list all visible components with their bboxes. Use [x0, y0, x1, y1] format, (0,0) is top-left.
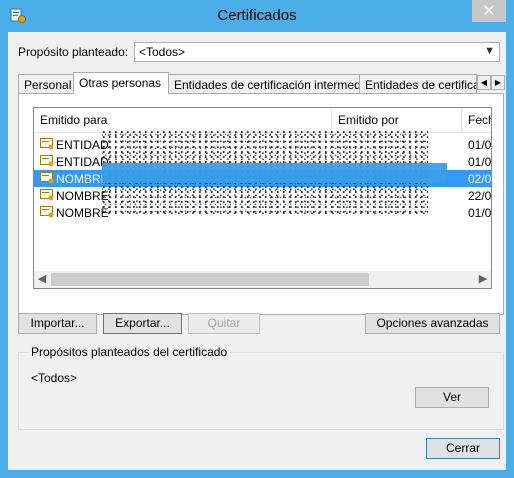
title-bar: Certificados ✕	[0, 0, 514, 32]
close-button[interactable]: Cerrar	[426, 438, 500, 459]
tab-panel: Emitido para Emitido por Fech ENTIDAD 01…	[18, 93, 504, 315]
import-button[interactable]: Importar...	[18, 313, 97, 334]
scroll-left-icon[interactable]: ◀	[34, 272, 50, 287]
column-header-issued-by[interactable]: Emitido por	[338, 113, 399, 127]
view-button[interactable]: Ver	[415, 387, 489, 408]
tab-scroll-left-button[interactable]: ◀	[477, 75, 491, 90]
close-window-button[interactable]: ✕	[472, 0, 506, 22]
tab-label: Personal	[24, 78, 72, 92]
cell-date: 01/0	[468, 206, 492, 220]
purpose-dropdown[interactable]: <Todos> ▼	[134, 42, 500, 62]
purpose-label: Propósito planteado:	[18, 45, 129, 59]
certificate-icon	[40, 172, 54, 184]
column-header-date[interactable]: Fech	[468, 113, 491, 127]
certificates-window: Certificados ✕ Propósito planteado: <Tod…	[0, 0, 514, 478]
certificate-icon	[40, 189, 54, 201]
tab-label: Entidades de certificación intermedias	[174, 78, 360, 92]
cell-date: 01/0	[468, 138, 492, 152]
tab-label: Entidades de certificac	[365, 78, 477, 92]
cell-issued-to: NOMBRE	[56, 189, 109, 203]
certificate-purposes-group: Propósitos planteados del certificado <T…	[18, 345, 504, 430]
dialog-client: Propósito planteado: <Todos> ▼ Personal …	[8, 32, 506, 470]
purpose-value: <Todos>	[139, 45, 186, 59]
group-title: Propósitos planteados del certificado	[29, 345, 230, 359]
close-icon: ✕	[482, 3, 496, 20]
remove-button[interactable]: Quitar	[188, 313, 260, 334]
certificate-list[interactable]: Emitido para Emitido por Fech ENTIDAD 01…	[33, 107, 492, 289]
tab-otras-personas[interactable]: Otras personas	[73, 72, 169, 94]
advanced-options-button[interactable]: Opciones avanzadas	[365, 313, 500, 334]
chevron-down-icon: ▼	[484, 45, 495, 57]
cell-date: 01/0	[468, 155, 492, 169]
tab-label: Otras personas	[79, 76, 162, 90]
redaction-band	[102, 163, 447, 183]
window-title: Certificados	[217, 7, 297, 24]
scrollbar-thumb[interactable]	[51, 273, 369, 286]
scroll-right-icon[interactable]: ▶	[475, 272, 491, 287]
cell-date: 22/0	[468, 189, 492, 203]
cell-date: 02/0	[468, 172, 492, 186]
tab-entidades-raiz[interactable]: Entidades de certificac	[359, 74, 477, 93]
certificate-icon	[40, 138, 54, 150]
certificate-icon	[40, 206, 54, 218]
tab-entidades-intermedias[interactable]: Entidades de certificación intermedias	[168, 74, 360, 93]
tab-scroll-right-button[interactable]: ▶	[491, 75, 505, 90]
column-header-issued-to[interactable]: Emitido para	[40, 113, 107, 127]
export-button[interactable]: Exportar...	[103, 313, 182, 334]
tab-personal[interactable]: Personal	[18, 74, 74, 93]
cell-issued-to: NOMBRE	[56, 206, 109, 220]
certificate-tabs: Personal Otras personas Entidades de cer…	[18, 72, 505, 94]
certificate-icon	[40, 155, 54, 167]
cell-issued-to: ENTIDAD	[56, 138, 109, 152]
horizontal-scrollbar[interactable]: ◀ ▶	[34, 271, 491, 288]
purposes-value: <Todos>	[31, 371, 78, 385]
cell-issued-to: ENTIDAD	[56, 155, 109, 169]
cell-issued-to: NOMBRE	[56, 172, 109, 186]
